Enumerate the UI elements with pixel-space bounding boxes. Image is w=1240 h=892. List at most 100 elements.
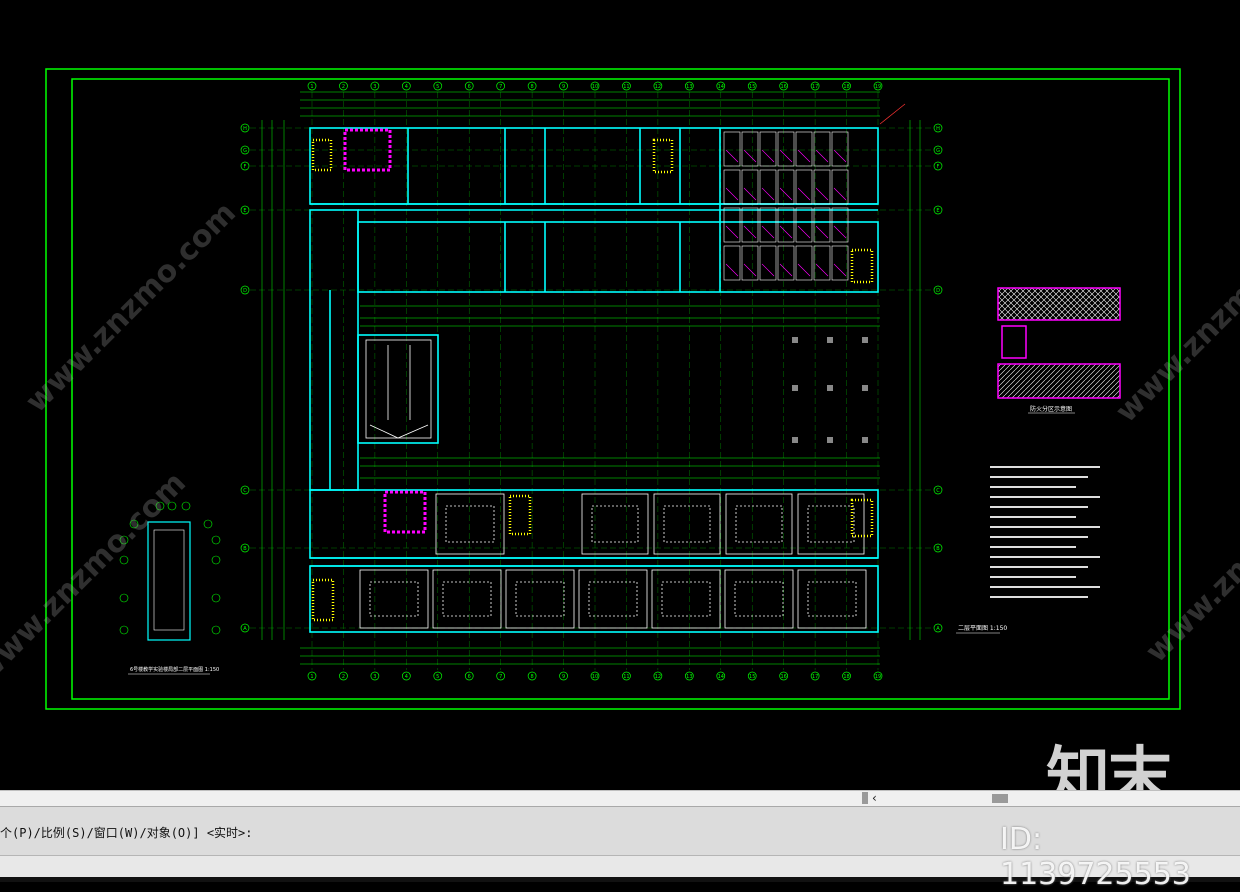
door-swing	[833, 187, 847, 201]
left-link	[309, 209, 439, 491]
note-line	[990, 586, 1100, 588]
room-cell	[813, 207, 831, 243]
room-cell	[777, 169, 795, 205]
grid-label: 10	[592, 84, 598, 90]
column	[827, 437, 833, 443]
room-cell	[813, 131, 831, 167]
grid-label: 5	[436, 84, 439, 90]
grid-label: 12	[655, 84, 661, 90]
room-cell	[723, 207, 741, 243]
courtyard-columns	[792, 337, 868, 443]
grid-label: G	[243, 148, 247, 154]
left-dims	[261, 120, 285, 640]
grid-label: 3	[373, 674, 376, 680]
door-swing	[725, 187, 739, 201]
classrooms	[359, 493, 867, 629]
room-cell	[777, 245, 795, 281]
door-swing	[743, 187, 757, 201]
grid-label: 18	[843, 84, 849, 90]
grid-bubbles-bottom: 1 2 3 4 5 6 7 8 9 10 11 12 13 14 15 16 17 18 19	[307, 671, 883, 681]
grid-label: C	[243, 488, 247, 494]
grid-label: 11	[623, 674, 629, 680]
desk-array	[515, 581, 565, 617]
grid-label: E	[936, 208, 939, 214]
scroll-thumb[interactable]	[992, 794, 1008, 803]
door-swing	[815, 187, 829, 201]
grid-label: F	[244, 164, 247, 170]
room-cell	[759, 207, 777, 243]
grid-label: 13	[686, 84, 692, 90]
room-cell	[723, 169, 741, 205]
scroll-left-arrow-icon[interactable]: ‹	[872, 791, 884, 806]
note-line	[990, 546, 1076, 548]
room-cell	[831, 169, 849, 205]
grid-label: 6	[468, 84, 471, 90]
grid-label: 17	[812, 84, 818, 90]
door-swing	[725, 225, 739, 239]
column	[862, 437, 868, 443]
door-swing	[761, 225, 775, 239]
note-line	[990, 506, 1088, 508]
grid-label: F	[937, 164, 940, 170]
room-cell	[741, 245, 759, 281]
grid-label: 5	[436, 674, 439, 680]
grid-label: 19	[875, 84, 881, 90]
grid-label: 8	[531, 84, 534, 90]
grid-label: 4	[405, 84, 408, 90]
column	[827, 385, 833, 391]
grid-bubble	[119, 625, 129, 635]
grid-label: 18	[843, 674, 849, 680]
room-cell	[759, 131, 777, 167]
grid-label: D	[243, 288, 247, 294]
door-swing	[797, 263, 811, 277]
grid-label: H	[936, 126, 940, 132]
grid-label: 16	[780, 84, 786, 90]
horizontal-scrollbar[interactable]: ‹	[0, 790, 1240, 807]
door-swing	[779, 225, 793, 239]
door-swing	[815, 263, 829, 277]
room-cell	[831, 245, 849, 281]
door-swing	[743, 149, 757, 163]
door-swing	[761, 263, 775, 277]
door-swing	[779, 149, 793, 163]
column	[792, 385, 798, 391]
scroll-handle[interactable]	[862, 792, 868, 804]
bottom-dimensions	[300, 647, 880, 665]
door-swing	[815, 225, 829, 239]
door-swing	[797, 225, 811, 239]
watermark-id: ID: 1139725553	[1000, 822, 1191, 892]
floor-plan-drawing: 1 2 3 4 5 6 7 8 9 10 11 12 13 14 15 16 17 18 19 1234567891…	[45, 68, 1181, 710]
stair-hall	[365, 339, 432, 439]
grid-label: B	[243, 546, 247, 552]
room-cell	[831, 131, 849, 167]
column	[792, 337, 798, 343]
grid-label: 9	[562, 674, 565, 680]
top-dimensions	[300, 91, 880, 117]
note-line	[990, 576, 1076, 578]
grid-label: 10	[592, 674, 598, 680]
note-line	[990, 466, 1100, 468]
grid-bubble	[211, 625, 221, 635]
design-notes	[990, 466, 1100, 598]
door-swing	[761, 149, 775, 163]
grid-bubble	[211, 555, 221, 565]
top-wing	[309, 127, 879, 293]
grid-label: 17	[812, 674, 818, 680]
door-swing	[743, 263, 757, 277]
grid-label: 7	[499, 84, 502, 90]
grid-label: 19	[875, 674, 881, 680]
grid-label: 8	[531, 674, 534, 680]
door-swing	[779, 263, 793, 277]
desk-array	[588, 581, 638, 617]
grid-label: C	[936, 488, 940, 494]
room-cell	[741, 169, 759, 205]
cad-model-space[interactable]: 1 2 3 4 5 6 7 8 9 10 11 12 13 14 15 16 17 18 19 1234567891…	[0, 0, 1240, 790]
room-cell	[741, 207, 759, 243]
desk-array	[734, 581, 784, 617]
room-cell	[777, 207, 795, 243]
grid-label: 13	[686, 674, 692, 680]
grid-label: 7	[499, 674, 502, 680]
grid-label: H	[243, 126, 247, 132]
note-line	[990, 516, 1076, 518]
door-swing	[725, 263, 739, 277]
